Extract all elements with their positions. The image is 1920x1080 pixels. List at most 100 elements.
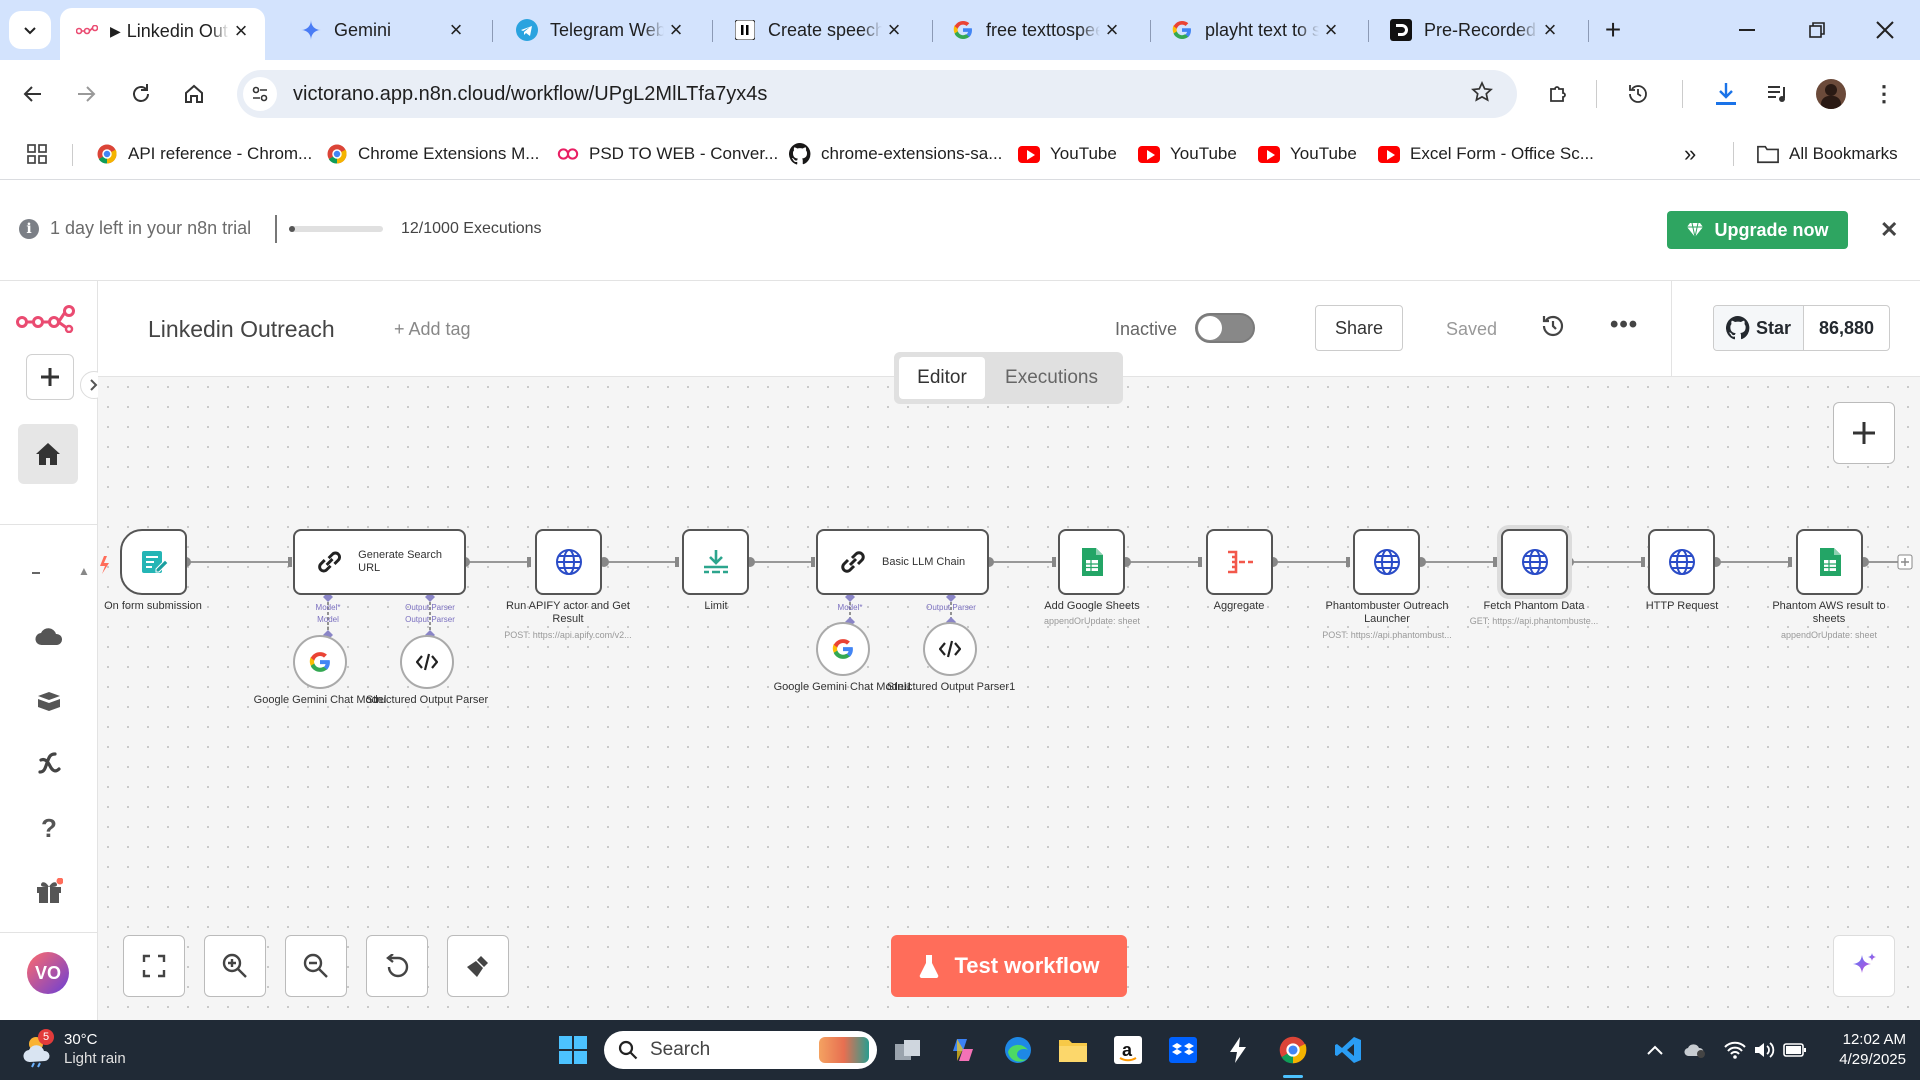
close-tab-icon[interactable]: × xyxy=(664,17,688,42)
all-bookmarks-button[interactable]: All Bookmarks xyxy=(1757,140,1898,168)
bookmark-star-icon[interactable] xyxy=(1471,80,1493,108)
vscode-icon[interactable] xyxy=(1331,1033,1365,1067)
user-avatar[interactable]: VO xyxy=(27,952,69,994)
tab-create-speech[interactable]: Create speech | × xyxy=(718,9,918,51)
home-nav-button[interactable] xyxy=(18,424,78,484)
node-add-google-sheets[interactable] xyxy=(1058,529,1125,595)
upgrade-button[interactable]: Upgrade now xyxy=(1667,211,1848,249)
node-google-gemini-chat-model1[interactable] xyxy=(816,622,870,676)
tab-gemini[interactable]: Gemini × xyxy=(284,9,480,51)
active-toggle[interactable] xyxy=(1195,313,1255,343)
templates-icon[interactable] xyxy=(32,684,66,718)
close-tab-icon[interactable]: × xyxy=(1538,17,1562,42)
reload-button[interactable] xyxy=(121,74,161,114)
node-fetch-phantom-data[interactable] xyxy=(1501,529,1568,595)
node-generate-search-url[interactable]: Generate Search URL xyxy=(293,529,466,595)
close-tab-icon[interactable]: × xyxy=(1100,17,1124,42)
restore-button[interactable] xyxy=(1795,12,1839,48)
task-view-icon[interactable] xyxy=(891,1033,925,1067)
new-tab-button[interactable]: + xyxy=(1591,12,1635,48)
n8n-logo[interactable] xyxy=(16,303,76,338)
edge-icon[interactable] xyxy=(1001,1033,1035,1067)
extensions-button[interactable] xyxy=(1538,74,1578,114)
workflow-name[interactable]: Linkedin Outreach xyxy=(148,316,335,343)
zoom-in-button[interactable] xyxy=(204,935,266,997)
volume-icon[interactable] xyxy=(1748,1033,1782,1067)
tab-executions[interactable]: Executions xyxy=(985,357,1118,399)
cloud-icon[interactable] xyxy=(32,619,66,653)
node-google-gemini-chat-model[interactable] xyxy=(293,635,347,689)
close-tab-icon[interactable]: × xyxy=(1319,17,1343,42)
weather-widget[interactable]: 5 30°C Light rain xyxy=(20,1028,160,1072)
onedrive-status-icon[interactable] xyxy=(1679,1033,1713,1067)
profile-avatar[interactable] xyxy=(1816,79,1846,109)
apps-button[interactable] xyxy=(27,140,47,168)
node-aggregate[interactable] xyxy=(1206,529,1273,595)
show-hidden-icons[interactable] xyxy=(1638,1033,1672,1067)
media-control-button[interactable] xyxy=(1758,74,1798,114)
tab-playht[interactable]: playht text to speech × xyxy=(1155,9,1355,51)
close-tab-icon[interactable]: × xyxy=(882,17,906,42)
share-button[interactable]: Share xyxy=(1315,305,1403,351)
help-icon[interactable]: ? xyxy=(32,811,66,845)
battery-icon[interactable] xyxy=(1778,1033,1812,1067)
amazon-icon[interactable]: a xyxy=(1111,1033,1145,1067)
tidy-up-button[interactable] xyxy=(447,935,509,997)
bookmark-chrome-extensions-samples[interactable]: chrome-extensions-sa... xyxy=(789,140,1002,168)
node-form-trigger[interactable] xyxy=(120,529,187,595)
wifi-icon[interactable] xyxy=(1718,1033,1752,1067)
bookmark-youtube[interactable]: YouTube xyxy=(1138,140,1237,168)
downloads-button[interactable] xyxy=(1706,74,1746,114)
forward-button[interactable] xyxy=(66,74,106,114)
tab-pre-recorded[interactable]: Pre-Recorded Audio × xyxy=(1374,9,1574,51)
bookmark-excel-form[interactable]: Excel Form - Office Sc... xyxy=(1378,140,1594,168)
history-button[interactable] xyxy=(1618,74,1658,114)
bookmark-youtube[interactable]: YouTube xyxy=(1018,140,1117,168)
bookmark-psd-to-web[interactable]: PSD TO WEB - Conver... xyxy=(557,140,778,168)
workflow-history-icon[interactable] xyxy=(1540,313,1570,343)
tab-search-button[interactable] xyxy=(9,11,51,49)
ai-assistant-button[interactable] xyxy=(1833,935,1895,997)
home-button[interactable] xyxy=(174,74,214,114)
variables-icon[interactable] xyxy=(32,747,66,781)
tab-free-tts[interactable]: free texttospeech × xyxy=(936,9,1136,51)
node-limit[interactable] xyxy=(682,529,749,595)
fit-view-button[interactable] xyxy=(123,935,185,997)
node-http-request[interactable] xyxy=(1648,529,1715,595)
github-star-button[interactable]: Star 86,880 xyxy=(1713,305,1890,351)
minimize-button[interactable] xyxy=(1725,12,1769,48)
lightning-app-icon[interactable] xyxy=(1221,1033,1255,1067)
taskbar-search[interactable]: Search xyxy=(604,1031,877,1069)
bookmark-youtube[interactable]: YouTube xyxy=(1258,140,1357,168)
zoom-out-button[interactable] xyxy=(285,935,347,997)
caret-up-icon[interactable]: ▲ xyxy=(78,564,90,578)
reset-zoom-button[interactable] xyxy=(366,935,428,997)
chrome-menu-button[interactable]: ⋮ xyxy=(1864,74,1904,114)
node-phantom-aws-sheets[interactable] xyxy=(1796,529,1863,595)
tab-editor[interactable]: Editor xyxy=(899,357,985,399)
create-button[interactable] xyxy=(26,354,74,400)
site-info-icon[interactable] xyxy=(243,77,277,111)
bookmark-chrome-extensions[interactable]: Chrome Extensions M... xyxy=(326,140,539,168)
tab-linkedin-outreach[interactable]: ▶ Linkedin Outreach × xyxy=(60,8,265,60)
node-structured-output-parser1[interactable] xyxy=(923,622,977,676)
back-button[interactable] xyxy=(13,74,53,114)
close-tab-icon[interactable]: × xyxy=(444,17,468,42)
node-basic-llm-chain[interactable]: Basic LLM Chain xyxy=(816,529,989,595)
start-button[interactable] xyxy=(556,1033,590,1067)
gift-icon[interactable] xyxy=(32,874,66,908)
dropbox-icon[interactable] xyxy=(1166,1033,1200,1067)
tab-telegram[interactable]: Telegram Web × xyxy=(500,9,700,51)
more-bookmarks-button[interactable]: » xyxy=(1684,140,1696,168)
file-explorer-icon[interactable] xyxy=(1056,1033,1090,1067)
close-tab-icon[interactable]: × xyxy=(229,18,253,43)
close-window-button[interactable] xyxy=(1863,12,1907,48)
add-tag-button[interactable]: + Add tag xyxy=(394,319,471,340)
copilot-icon[interactable] xyxy=(946,1033,980,1067)
node-structured-output-parser[interactable] xyxy=(400,635,454,689)
node-run-apify[interactable] xyxy=(535,529,602,595)
test-workflow-button[interactable]: Test workflow xyxy=(891,935,1127,997)
more-options-icon[interactable]: ••• xyxy=(1610,311,1638,339)
close-banner-icon[interactable]: ✕ xyxy=(1880,217,1898,243)
bookmark-api-reference[interactable]: API reference - Chrom... xyxy=(96,140,312,168)
